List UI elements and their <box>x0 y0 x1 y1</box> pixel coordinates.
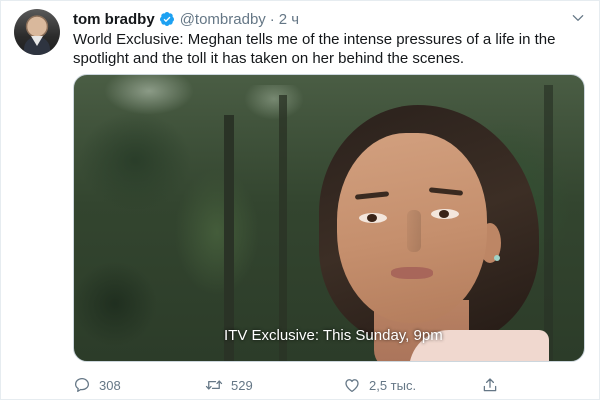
heart-icon <box>345 379 359 393</box>
person-eyebrow <box>428 187 464 196</box>
author-handle[interactable]: @tombradby <box>180 11 266 28</box>
retweet-count: 529 <box>231 377 253 393</box>
like-count: 2,5 тыс. <box>369 377 417 393</box>
person-nose <box>407 210 421 252</box>
verified-badge-icon <box>159 12 174 26</box>
person-lips <box>391 267 433 279</box>
background-foliage <box>104 75 194 115</box>
reply-count: 308 <box>99 377 121 393</box>
avatar[interactable] <box>14 9 60 55</box>
reply-icon <box>74 377 90 393</box>
tweet-actions: 308 529 2,5 тыс. <box>73 375 513 395</box>
tweet-text: World Exclusive: Meghan tells me of the … <box>73 31 556 67</box>
author-name[interactable]: tom bradby <box>73 11 155 28</box>
background-tree-trunk <box>279 95 287 361</box>
person-eye <box>359 213 387 223</box>
retweet-icon <box>205 380 223 390</box>
like-button[interactable]: 2,5 тыс. <box>343 376 416 394</box>
share-button[interactable] <box>481 376 507 394</box>
video-subject-person <box>319 105 549 361</box>
background-foliage <box>244 85 304 120</box>
chevron-down-icon[interactable] <box>571 11 585 25</box>
tweet-media-video[interactable]: ITV Exclusive: This Sunday, 9pm <box>73 74 585 362</box>
tweet-header: tom bradby @tombradby · 2 ч <box>73 10 299 28</box>
background-tree-trunk <box>224 115 234 361</box>
video-caption: ITV Exclusive: This Sunday, 9pm <box>224 327 443 344</box>
retweet-button[interactable]: 529 <box>205 376 253 394</box>
share-icon <box>483 378 497 392</box>
tweet-card[interactable]: tom bradby @tombradby · 2 ч World Exclus… <box>0 0 600 400</box>
tweet-timestamp[interactable]: 2 ч <box>279 11 299 28</box>
person-earring <box>494 255 500 261</box>
person-eye <box>431 209 459 219</box>
reply-button[interactable]: 308 <box>73 376 121 394</box>
separator-dot: · <box>269 10 275 28</box>
person-eyebrow <box>354 191 390 200</box>
